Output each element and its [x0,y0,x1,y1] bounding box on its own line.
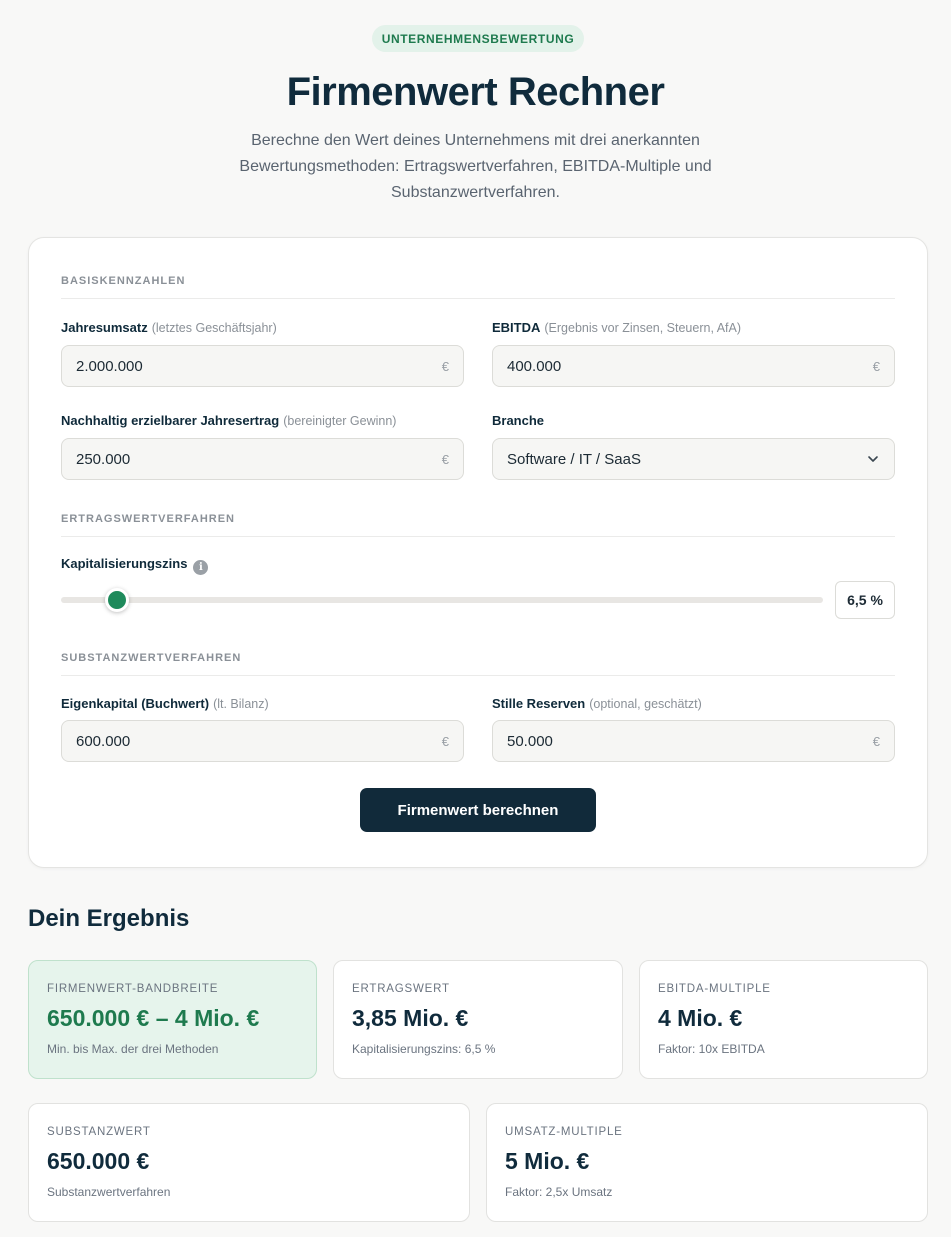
ertrag-label-text: Nachhaltig erzielbarer Jahresertrag [61,413,280,428]
branche-value: Software / IT / SaaS [507,450,641,468]
zins-label: Kapitalisierungszins i [61,556,209,575]
umsatz-input[interactable]: 2.000.000 € [61,345,464,387]
category-badge: UNTERNEHMENSBEWERTUNG [372,25,584,52]
calculate-button[interactable]: Firmenwert berechnen [360,788,596,832]
ebitda-hint: (Ergebnis vor Zinsen, Steuern, AfA) [544,321,742,335]
result-sub: Faktor: 2,5x Umsatz [505,1185,613,1199]
zins-slider-handle[interactable] [105,588,129,612]
result-sub: Substanzwertverfahren [47,1185,171,1199]
reserven-hint: (optional, geschätzt) [589,697,702,711]
ebitda-label: EBITDA (Ergebnis vor Zinsen, Steuern, AfA… [492,320,741,335]
result-value: 3,85 Mio. € [352,1005,469,1031]
result-value: 4 Mio. € [658,1005,743,1031]
reserven-label-text: Stille Reserven [492,696,586,711]
reserven-label: Stille Reserven (optional, geschätzt) [492,696,702,711]
result-label: EBITDA-MULTIPLE [658,983,771,995]
reserven-input[interactable]: 50.000 € [492,720,895,762]
branche-label: Branche [492,413,544,428]
calculator-form-card: BASISKENNZAHLEN Jahresumsatz (letztes Ges… [28,237,928,868]
umsatz-label: Jahresumsatz (letztes Geschäftsjahr) [61,320,277,335]
result-card-bandbreite: FIRMENWERT-BANDBREITE 650.000 € – 4 Mio.… [28,960,317,1079]
eigenkapital-hint: (lt. Bilanz) [213,697,269,711]
eigenkapital-value: 600.000 [76,732,131,750]
result-card-ebitda-multiple: EBITDA-MULTIPLE 4 Mio. € Faktor: 10x EBI… [639,960,928,1079]
umsatz-value: 2.000.000 [76,357,143,375]
ebitda-value: 400.000 [507,357,562,375]
ebitda-label-text: EBITDA [492,320,541,335]
result-label: SUBSTANZWERT [47,1126,151,1138]
result-sub: Faktor: 10x EBITDA [658,1042,765,1056]
zins-label-text: Kapitalisierungszins [61,556,188,571]
info-icon[interactable]: i [193,560,209,575]
result-sub: Min. bis Max. der drei Methoden [47,1042,219,1056]
euro-unit: € [872,358,880,374]
reserven-value: 50.000 [507,732,553,750]
result-value: 650.000 € – 4 Mio. € [47,1005,260,1031]
result-value: 650.000 € [47,1148,150,1174]
section-heading-ertragswert: ERTRAGSWERTVERFAHREN [61,513,895,537]
eigenkapital-label: Eigenkapital (Buchwert) (lt. Bilanz) [61,696,269,711]
result-label: UMSATZ-MULTIPLE [505,1126,623,1138]
euro-unit: € [441,733,449,749]
result-card-umsatz-multiple: UMSATZ-MULTIPLE 5 Mio. € Faktor: 2,5x Um… [486,1103,928,1222]
result-card-substanzwert: SUBSTANZWERT 650.000 € Substanzwertverfa… [28,1103,470,1222]
chevron-down-icon [868,456,878,462]
eigenkapital-input[interactable]: 600.000 € [61,720,464,762]
ertrag-input[interactable]: 250.000 € [61,438,464,480]
branche-select[interactable]: Software / IT / SaaS [492,438,895,480]
eigenkapital-label-text: Eigenkapital (Buchwert) [61,696,210,711]
zins-slider-track[interactable] [61,597,823,603]
ertrag-label: Nachhaltig erzielbarer Jahresertrag (bere… [61,413,396,428]
ertrag-value: 250.000 [76,450,131,468]
umsatz-hint: (letztes Geschäftsjahr) [151,321,277,335]
results-heading: Dein Ergebnis [28,905,190,932]
result-label: FIRMENWERT-BANDBREITE [47,983,219,995]
euro-unit: € [441,358,449,374]
page-title: Firmenwert Rechner [286,70,665,114]
ertrag-hint: (bereinigter Gewinn) [283,414,397,428]
umsatz-label-text: Jahresumsatz [61,320,148,335]
ebitda-input[interactable]: 400.000 € [492,345,895,387]
result-sub: Kapitalisierungszins: 6,5 % [352,1042,496,1056]
section-heading-substanz: SUBSTANZWERTVERFAHREN [61,652,895,676]
euro-unit: € [441,451,449,467]
euro-unit: € [872,733,880,749]
zins-value-display: 6,5 % [835,581,895,619]
result-label: ERTRAGSWERT [352,983,450,995]
branche-label-text: Branche [492,413,545,428]
result-card-ertragswert: ERTRAGSWERT 3,85 Mio. € Kapitalisierungs… [333,960,623,1079]
section-heading-basis: BASISKENNZAHLEN [61,275,895,299]
result-value: 5 Mio. € [505,1148,590,1174]
page-subtitle: Berechne den Wert deines Unternehmens mi… [239,132,712,201]
